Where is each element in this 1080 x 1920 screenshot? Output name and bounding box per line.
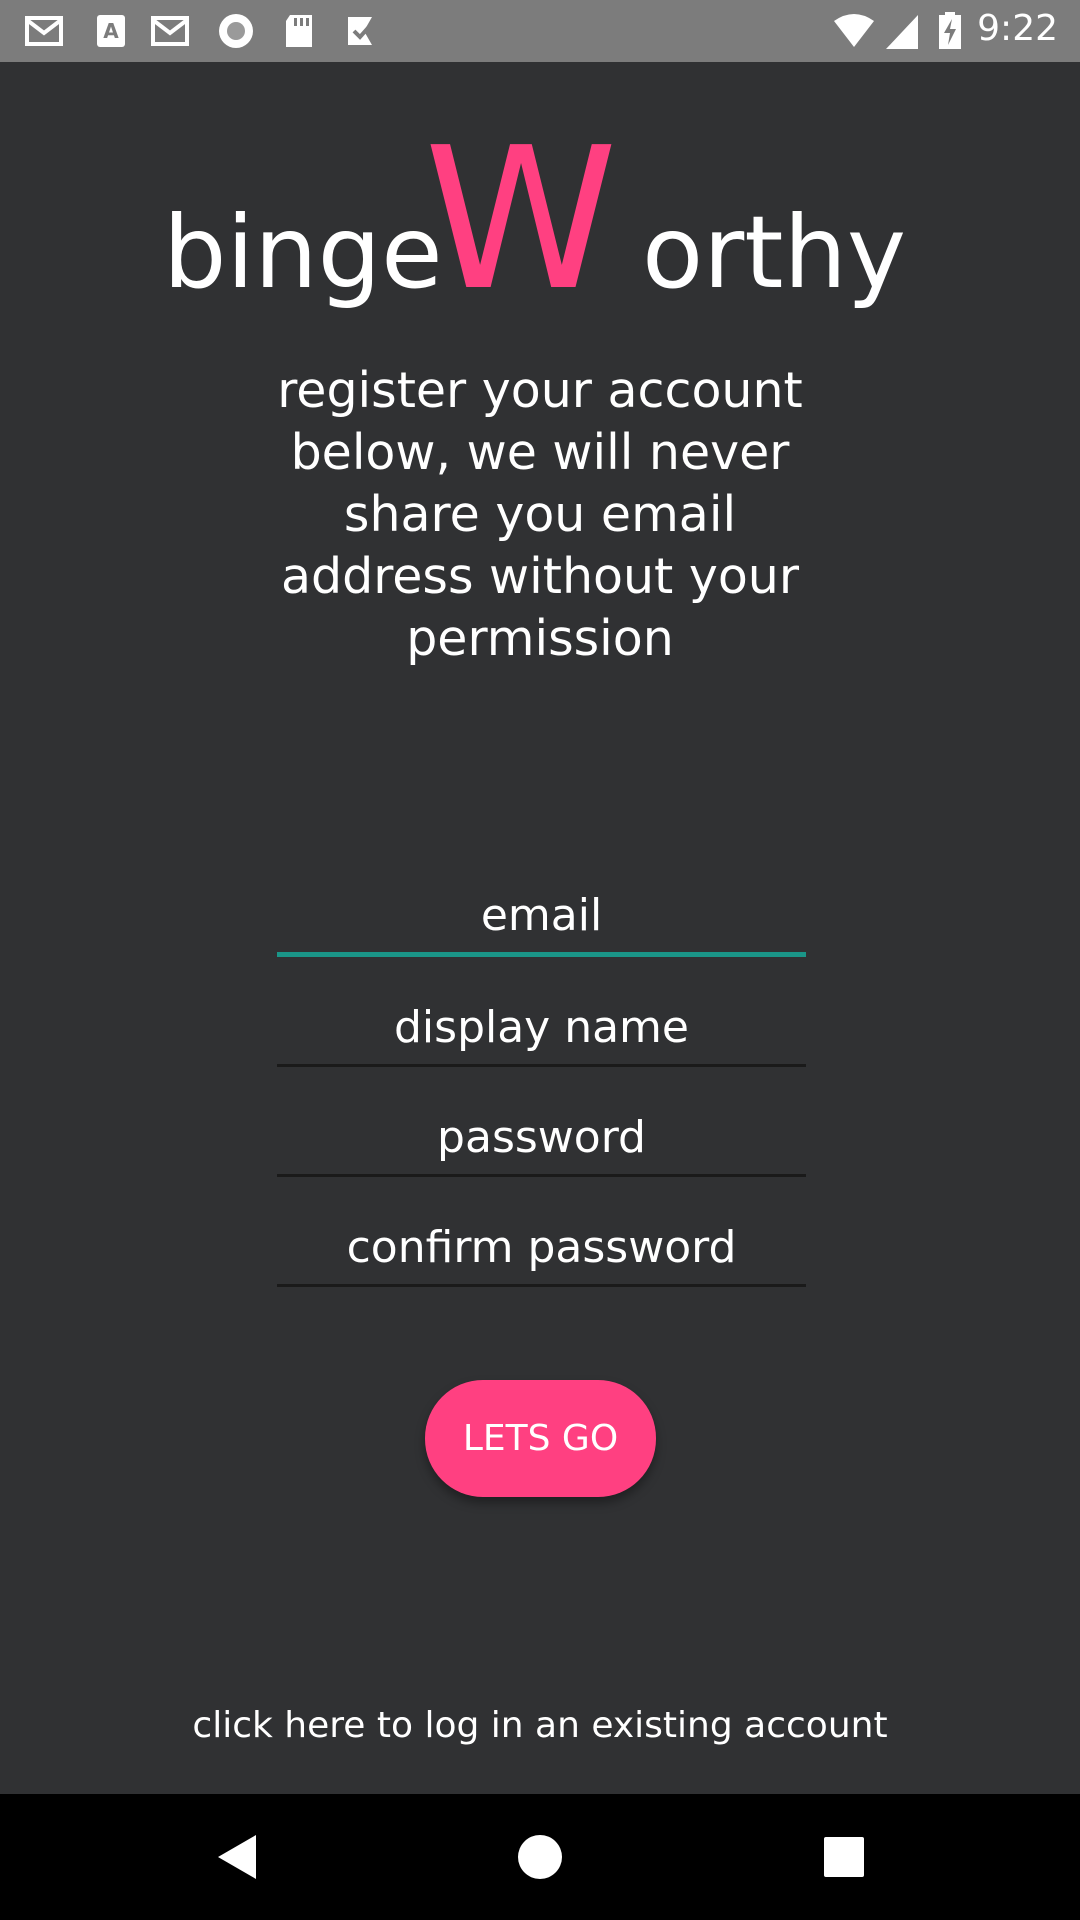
svg-text:A: A	[103, 19, 119, 43]
password-field[interactable]: password	[277, 1108, 806, 1177]
sd-card-icon	[286, 15, 312, 47]
display-name-field[interactable]: display name	[277, 998, 806, 1067]
circle-app-icon	[219, 14, 253, 48]
status-bar: A 9:22	[0, 0, 1080, 62]
register-screen: A 9:22 binge W orthy register your accou…	[0, 0, 1080, 1920]
confirm-password-placeholder: confirm password	[346, 1222, 737, 1273]
signal-icon	[886, 15, 918, 49]
text-a-icon: A	[97, 15, 125, 47]
register-tagline: register your account below, we will nev…	[277, 362, 803, 667]
confirm-password-underline	[277, 1284, 806, 1287]
confirm-password-field[interactable]: confirm password	[277, 1218, 806, 1287]
back-icon[interactable]	[208, 1827, 268, 1887]
logo-text-binge: binge	[163, 194, 443, 311]
recents-icon[interactable]	[814, 1827, 874, 1887]
display-name-placeholder: display name	[393, 1002, 689, 1053]
email-underline	[277, 952, 806, 957]
email-field[interactable]: email	[277, 886, 806, 957]
password-placeholder: password	[437, 1112, 646, 1163]
gmail-icon	[25, 16, 63, 46]
status-time: 9:22	[977, 8, 1058, 49]
app-logo: binge W orthy	[0, 130, 1080, 320]
gmail-icon	[151, 16, 189, 46]
login-existing-account-link[interactable]: click here to log in an existing account	[0, 1705, 1080, 1746]
battery-charging-icon	[939, 12, 961, 49]
home-icon[interactable]	[510, 1827, 570, 1887]
check-app-icon	[348, 17, 378, 45]
logo-text-orthy: orthy	[642, 194, 906, 311]
navigation-bar	[0, 1794, 1080, 1920]
display-name-underline	[277, 1064, 806, 1067]
lets-go-button[interactable]: LETS GO	[425, 1380, 656, 1497]
logo-text-w: W	[424, 130, 618, 320]
wifi-icon	[834, 14, 874, 47]
email-placeholder: email	[480, 890, 603, 941]
password-underline	[277, 1174, 806, 1177]
